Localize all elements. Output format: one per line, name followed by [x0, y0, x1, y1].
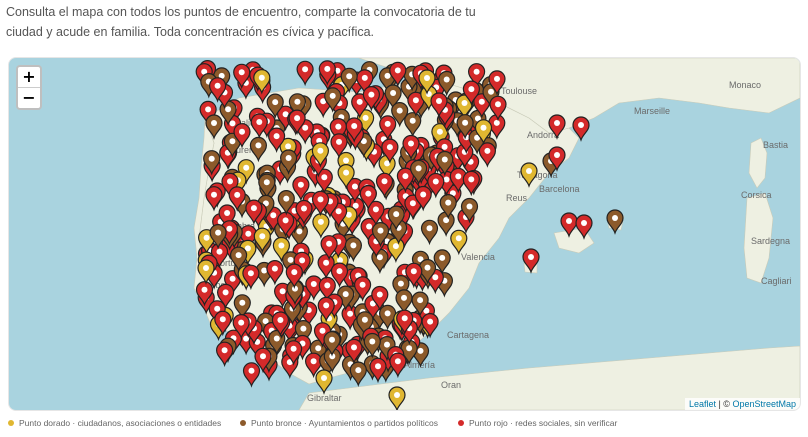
map-label-valencia: Valencia [461, 252, 495, 262]
map-label-toulouse: Toulouse [501, 86, 537, 96]
map-label-reus: Reus [506, 193, 528, 203]
intro-text: Consulta el mapa con todos los puntos de… [6, 2, 526, 42]
map-label-marseille: Marseille [634, 106, 670, 116]
red-dot-icon [458, 420, 464, 426]
map-label-corsica: Corsica [741, 190, 772, 200]
map-label-monaco: Monaco [729, 80, 761, 90]
map-attribution: Leaflet | © OpenStreetMap [684, 398, 800, 410]
map-label-bastia: Bastia [763, 140, 788, 150]
map-marker[interactable] [296, 60, 314, 87]
map-marker[interactable] [242, 362, 261, 388]
attribution-separator: | © [715, 399, 733, 409]
zoom-control[interactable]: + − [16, 65, 42, 110]
legend-item-gold: Punto dorado · ciudadanos, asociaciones … [8, 418, 221, 428]
map-label-barcelona: Barcelona [539, 184, 580, 194]
gold-dot-icon [8, 420, 14, 426]
legend-label-red: Punto rojo · redes sociales, sin verific… [469, 418, 618, 428]
legend-label-bronze: Punto bronce · Ayuntamientos o partidos … [251, 418, 438, 428]
map-label-oran: Oran [441, 380, 461, 390]
map-marker[interactable] [216, 341, 234, 368]
map-label-cagliari: Cagliari [761, 276, 792, 286]
openstreetmap-link[interactable]: OpenStreetMap [732, 399, 796, 409]
legend-item-red: Punto rojo · redes sociales, sin verific… [458, 418, 617, 428]
map-label-sardegna: Sardegna [751, 236, 790, 246]
legend-label-gold: Punto dorado · ciudadanos, asociaciones … [19, 418, 222, 428]
map-marker[interactable] [315, 369, 333, 395]
map-marker[interactable] [389, 352, 407, 379]
map-container[interactable]: Toulouse Marseille Andorra Barcelona Reus Val… [8, 57, 801, 411]
intro-line-2: ciudad y acude en familia. Toda concentr… [6, 25, 375, 39]
zoom-out-button[interactable]: − [18, 87, 40, 108]
map-label-gibraltar: Gibraltar [307, 393, 342, 403]
map-label-cartagena: Cartagena [447, 330, 489, 340]
legend-item-bronze: Punto bronce · Ayuntamientos o partidos … [240, 418, 438, 428]
leaflet-link[interactable]: Leaflet [689, 399, 716, 409]
map-canvas[interactable]: ToulouseMarseilleAndorraBarcelonaReusVal… [9, 58, 800, 410]
map-marker[interactable] [349, 361, 367, 387]
bronze-dot-icon [240, 420, 246, 426]
zoom-in-button[interactable]: + [18, 67, 40, 87]
intro-line-1: Consulta el mapa con todos los puntos de… [6, 5, 476, 19]
